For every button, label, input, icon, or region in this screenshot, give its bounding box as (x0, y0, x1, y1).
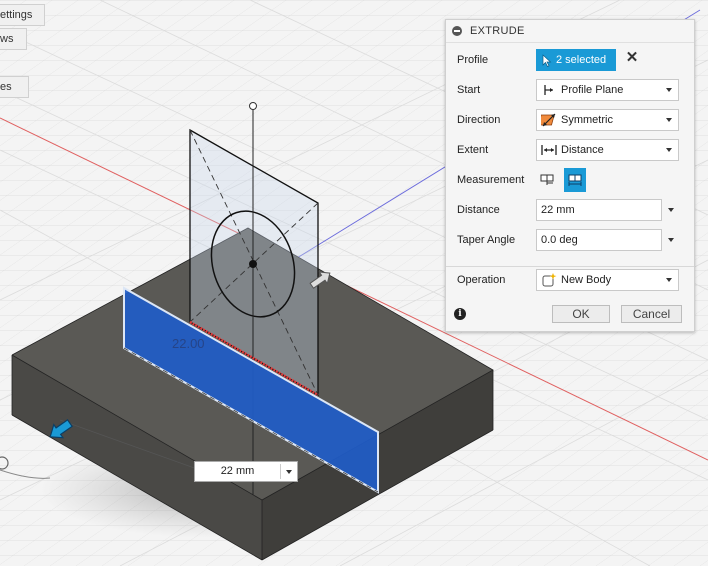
direction-dropdown[interactable]: Symmetric (536, 109, 679, 131)
extent-dropdown[interactable]: Distance (536, 139, 679, 161)
collapse-icon[interactable] (452, 26, 462, 36)
taper-angle-label: Taper Angle (457, 234, 516, 246)
row-operation: Operation New Body (446, 268, 694, 292)
dialog-header[interactable]: EXTRUDE (446, 20, 694, 43)
operation-value: New Body (561, 274, 612, 286)
chevron-down-icon (666, 148, 672, 152)
nav-item-views[interactable]: ws (0, 28, 27, 50)
circle-center-point[interactable] (249, 260, 257, 268)
distance-icon (541, 142, 557, 158)
row-distance: Distance 22 mm (446, 198, 694, 222)
taper-angle-input[interactable]: 0.0 deg (536, 229, 662, 251)
nav-item-settings[interactable]: ettings (0, 4, 45, 26)
start-dropdown[interactable]: Profile Plane (536, 79, 679, 101)
distance-label: Distance (457, 204, 500, 216)
nav-item-label: ettings (0, 9, 33, 21)
chevron-down-icon (666, 278, 672, 282)
chevron-down-icon (666, 118, 672, 122)
profile-label: Profile (457, 54, 489, 66)
profile-plane-icon (541, 82, 557, 98)
ghost-dimension-label: 22.00 (172, 336, 205, 351)
extent-value: Distance (561, 144, 604, 156)
row-measurement: Measurement (446, 168, 694, 192)
distance-input[interactable]: 22 mm (536, 199, 662, 221)
ok-button[interactable]: OK (552, 305, 610, 323)
row-direction: Direction Symmetric (446, 108, 694, 132)
info-icon[interactable]: i (454, 308, 466, 320)
dialog-title: EXTRUDE (470, 25, 525, 37)
cancel-button[interactable]: Cancel (621, 305, 682, 323)
chevron-down-icon[interactable] (668, 208, 674, 212)
chevron-down-icon[interactable] (668, 238, 674, 242)
extent-label: Extent (457, 144, 489, 156)
row-extent: Extent Distance (446, 138, 694, 162)
measure-whole-length-button[interactable] (564, 168, 586, 192)
onscreen-distance-input[interactable]: 22 mm (194, 461, 298, 482)
chevron-down-icon (666, 88, 672, 92)
onscreen-distance-value[interactable]: 22 mm (195, 462, 280, 481)
start-label: Start (457, 84, 481, 96)
row-taper-angle: Taper Angle 0.0 deg (446, 228, 694, 252)
cursor-arrow-icon (542, 53, 552, 67)
divider (446, 266, 694, 267)
operation-label: Operation (457, 274, 506, 286)
chevron-down-icon[interactable] (286, 470, 292, 474)
axis-endpoint[interactable] (249, 102, 257, 110)
onscreen-divider (280, 464, 281, 479)
measurement-label: Measurement (457, 174, 525, 186)
direction-label: Direction (457, 114, 501, 126)
row-start: Start Profile Plane (446, 78, 694, 102)
nav-item-label: es (0, 81, 12, 93)
nav-item-label: ws (0, 33, 14, 45)
nav-item-planes[interactable]: es (0, 76, 29, 98)
new-body-icon (541, 272, 557, 288)
clear-selection-icon[interactable]: ✕ (624, 50, 640, 66)
row-profile: Profile 2 selected ✕ (446, 48, 694, 72)
measure-half-length-button[interactable] (536, 168, 558, 192)
symmetric-icon (541, 112, 557, 128)
start-value: Profile Plane (561, 84, 624, 96)
operation-dropdown[interactable]: New Body (536, 269, 679, 291)
profile-selected-count: 2 selected (556, 54, 607, 66)
extrude-dialog: EXTRUDE Profile 2 selected ✕ Start Profi… (445, 19, 695, 332)
profile-select-button[interactable]: 2 selected (536, 49, 616, 71)
direction-value: Symmetric (561, 114, 613, 126)
